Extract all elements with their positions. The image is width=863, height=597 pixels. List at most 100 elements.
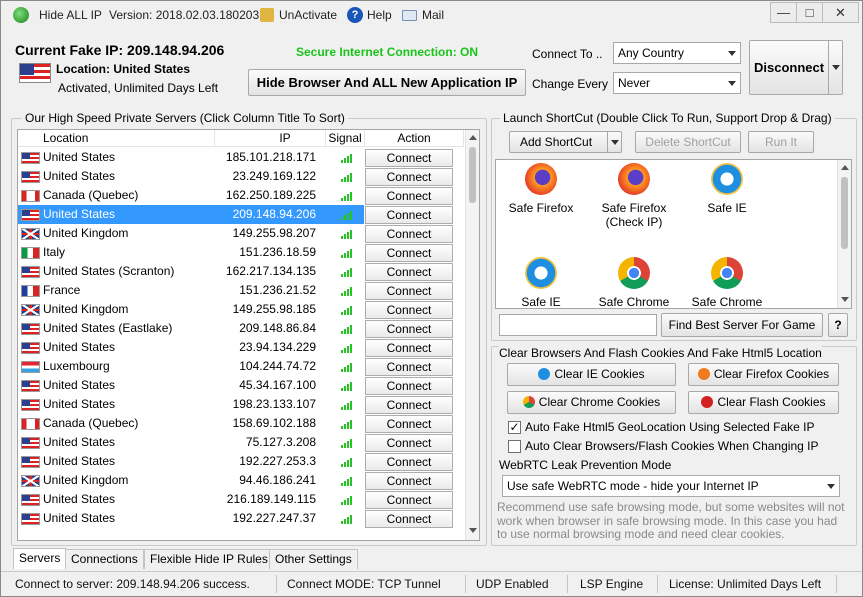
connect-button[interactable]: Connect	[365, 358, 453, 376]
clear-flash-label: Clear Flash Cookies	[717, 395, 826, 409]
connect-button[interactable]: Connect	[365, 472, 453, 490]
connect-button[interactable]: Connect	[365, 377, 453, 395]
scroll-down-icon[interactable]	[841, 297, 849, 302]
connect-to-select[interactable]: Any Country	[613, 42, 741, 64]
table-row[interactable]: Canada (Quebec) 162.250.189.225 Connect	[18, 186, 464, 205]
help-link[interactable]: Help	[367, 8, 392, 22]
connect-button[interactable]: Connect	[365, 301, 453, 319]
table-row[interactable]: United Kingdom 149.255.98.207 Connect	[18, 224, 464, 243]
table-row[interactable]: United States 75.127.3.208 Connect	[18, 433, 464, 452]
clear-firefox-cookies-button[interactable]: Clear Firefox Cookies	[688, 363, 839, 386]
auto-fake-html5-checkbox[interactable]: ✓	[508, 421, 521, 434]
connect-button[interactable]: Connect	[365, 415, 453, 433]
table-row[interactable]: United States 185.101.218.171 Connect	[18, 148, 464, 167]
disconnect-button[interactable]: Disconnect	[749, 40, 843, 95]
connect-button[interactable]: Connect	[365, 225, 453, 243]
chrome-icon	[711, 257, 743, 289]
table-row[interactable]: United States (Scranton) 162.217.134.135 C…	[18, 262, 464, 281]
location-cell: Canada (Quebec)	[18, 414, 215, 433]
table-row[interactable]: United States 23.94.134.229 Connect	[18, 338, 464, 357]
connect-button[interactable]: Connect	[365, 396, 453, 414]
webrtc-select[interactable]: Use safe WebRTC mode - hide your Interne…	[502, 475, 840, 497]
us-flag-icon	[21, 437, 40, 449]
table-row[interactable]: United States 45.34.167.100 Connect	[18, 376, 464, 395]
shortcut-scrollbar[interactable]	[837, 160, 851, 308]
table-row[interactable]: United States (Eastlake) 209.148.86.84 Con…	[18, 319, 464, 338]
connect-button[interactable]: Connect	[365, 453, 453, 471]
servers-scrollbar[interactable]	[465, 130, 479, 540]
table-row[interactable]: United States 192.227.253.3 Connect	[18, 452, 464, 471]
location-cell: Canada (Quebec)	[18, 186, 215, 205]
tab-other-settings[interactable]: Other Settings	[269, 549, 358, 569]
delete-shortcut-button[interactable]: Delete ShortCut	[635, 131, 741, 153]
add-shortcut-dropdown-icon[interactable]	[607, 132, 621, 152]
chevron-down-icon	[728, 81, 736, 86]
connect-button[interactable]: Connect	[365, 263, 453, 281]
table-row[interactable]: United Kingdom 149.255.98.185 Connect	[18, 300, 464, 319]
minimize-button[interactable]: —	[770, 2, 797, 23]
connect-button[interactable]: Connect	[365, 434, 453, 452]
find-best-server-button[interactable]: Find Best Server For Game	[661, 313, 823, 337]
shortcut-safe-chrome-2[interactable]: Safe Chrome	[687, 257, 767, 308]
column-signal[interactable]: Signal	[326, 130, 365, 147]
tab-connections[interactable]: Connections	[65, 549, 144, 569]
connect-button[interactable]: Connect	[365, 510, 453, 528]
table-row[interactable]: Canada (Quebec) 158.69.102.188 Connect	[18, 414, 464, 433]
shortcut-safe-chrome[interactable]: Safe Chrome	[594, 257, 674, 308]
clear-ie-cookies-button[interactable]: Clear IE Cookies	[507, 363, 676, 386]
location-text: United States	[43, 207, 116, 221]
change-every-select[interactable]: Never	[613, 72, 741, 94]
unactivate-link[interactable]: UnActivate	[279, 8, 337, 22]
scroll-up-icon[interactable]	[469, 135, 477, 140]
maximize-button[interactable]: □	[796, 2, 823, 23]
auto-fake-html5-label[interactable]: Auto Fake Html5 GeoLocation Using Select…	[525, 420, 814, 434]
clear-flash-cookies-button[interactable]: Clear Flash Cookies	[688, 391, 839, 414]
table-row[interactable]: United States 23.249.169.122 Connect	[18, 167, 464, 186]
connect-button[interactable]: Connect	[365, 491, 453, 509]
firefox-icon	[697, 368, 710, 380]
run-it-button[interactable]: Run It	[748, 131, 814, 153]
scroll-down-icon[interactable]	[469, 528, 477, 533]
table-row[interactable]: United States 209.148.94.206 Connect	[18, 205, 464, 224]
scroll-thumb[interactable]	[841, 177, 848, 249]
column-ip[interactable]: IP	[215, 130, 326, 147]
connect-button[interactable]: Connect	[365, 339, 453, 357]
shortcut-search-input[interactable]	[499, 314, 657, 336]
table-row[interactable]: Italy 151.236.18.59 Connect	[18, 243, 464, 262]
connect-button[interactable]: Connect	[365, 206, 453, 224]
table-row[interactable]: United Kingdom 94.46.186.241 Connect	[18, 471, 464, 490]
mail-link[interactable]: Mail	[422, 8, 444, 22]
column-action[interactable]: Action	[365, 130, 464, 147]
table-row[interactable]: United States 216.189.149.115 Connect	[18, 490, 464, 509]
clear-chrome-cookies-button[interactable]: Clear Chrome Cookies	[507, 391, 676, 414]
auto-clear-label[interactable]: Auto Clear Browsers/Flash Cookies When C…	[525, 439, 818, 453]
table-row[interactable]: Luxembourg 104.244.74.72 Connect	[18, 357, 464, 376]
connect-button[interactable]: Connect	[365, 244, 453, 262]
auto-clear-checkbox[interactable]	[508, 440, 521, 453]
tab-flexible-hide-ip-rules[interactable]: Flexible Hide IP Rules	[144, 549, 274, 569]
scroll-up-icon[interactable]	[841, 165, 849, 170]
add-shortcut-button[interactable]: Add ShortCut	[509, 131, 622, 153]
help-button[interactable]: ?	[828, 313, 848, 337]
table-row[interactable]: United States 198.23.133.107 Connect	[18, 395, 464, 414]
shortcut-safe-firefox-check-ip[interactable]: Safe Firefox (Check IP)	[594, 163, 674, 229]
disconnect-dropdown-icon[interactable]	[828, 41, 842, 94]
close-button[interactable]: ✕	[822, 2, 859, 23]
signal-cell	[326, 395, 364, 414]
mail-icon	[402, 10, 417, 21]
hide-browser-button[interactable]: Hide Browser And ALL New Application IP	[248, 69, 526, 96]
connect-button[interactable]: Connect	[365, 168, 453, 186]
shortcut-safe-firefox[interactable]: Safe Firefox	[501, 163, 581, 215]
connect-button[interactable]: Connect	[365, 320, 453, 338]
shortcut-safe-ie-check[interactable]: Safe IE (Check	[501, 257, 581, 308]
shortcut-safe-ie[interactable]: Safe IE	[687, 163, 767, 215]
clear-firefox-label: Clear Firefox Cookies	[713, 367, 830, 381]
tab-servers[interactable]: Servers	[13, 548, 67, 569]
connect-button[interactable]: Connect	[365, 149, 453, 167]
table-row[interactable]: United States 192.227.247.37 Connect	[18, 509, 464, 528]
connect-button[interactable]: Connect	[365, 282, 453, 300]
column-location[interactable]: Location	[18, 130, 215, 147]
scroll-thumb[interactable]	[469, 147, 476, 203]
table-row[interactable]: France 151.236.21.52 Connect	[18, 281, 464, 300]
connect-button[interactable]: Connect	[365, 187, 453, 205]
